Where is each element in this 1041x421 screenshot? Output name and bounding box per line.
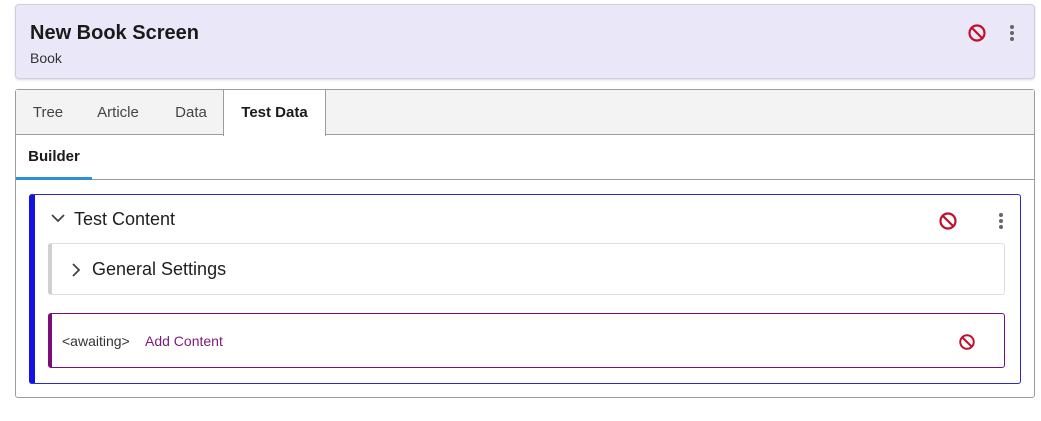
cancel-icon[interactable] [937,210,959,232]
tab-article[interactable]: Article [82,90,154,135]
tab-test-data[interactable]: Test Data [223,90,326,136]
test-content-card: Test Content General Settings <awaiting>… [29,194,1021,384]
general-settings-card[interactable]: General Settings [48,243,1005,295]
tab-tree[interactable]: Tree [16,90,80,135]
add-content-link[interactable]: Add Content [145,333,223,349]
cancel-icon[interactable] [957,332,977,352]
subtab-bar: Builder [16,135,1034,180]
subtab-builder[interactable]: Builder [16,135,92,180]
add-content-slot: <awaiting> Add Content [48,313,1005,368]
chevron-down-icon[interactable] [49,209,67,227]
page-subtitle: Book [30,50,62,66]
tab-data[interactable]: Data [160,90,222,135]
general-settings-title[interactable]: General Settings [92,259,226,280]
main-panel: Tree Article Data Test Data Builder Test… [15,89,1035,398]
page-title: New Book Screen [30,22,199,44]
awaiting-label: <awaiting> [62,333,130,349]
chevron-right-icon[interactable] [67,261,85,279]
cancel-icon[interactable] [966,22,988,44]
screen-header: New Book Screen Book [15,4,1035,79]
more-vertical-icon[interactable] [993,210,1009,232]
tab-bar: Tree Article Data Test Data [16,90,1034,136]
more-vertical-icon[interactable] [1004,22,1020,44]
test-content-title[interactable]: Test Content [74,209,175,230]
